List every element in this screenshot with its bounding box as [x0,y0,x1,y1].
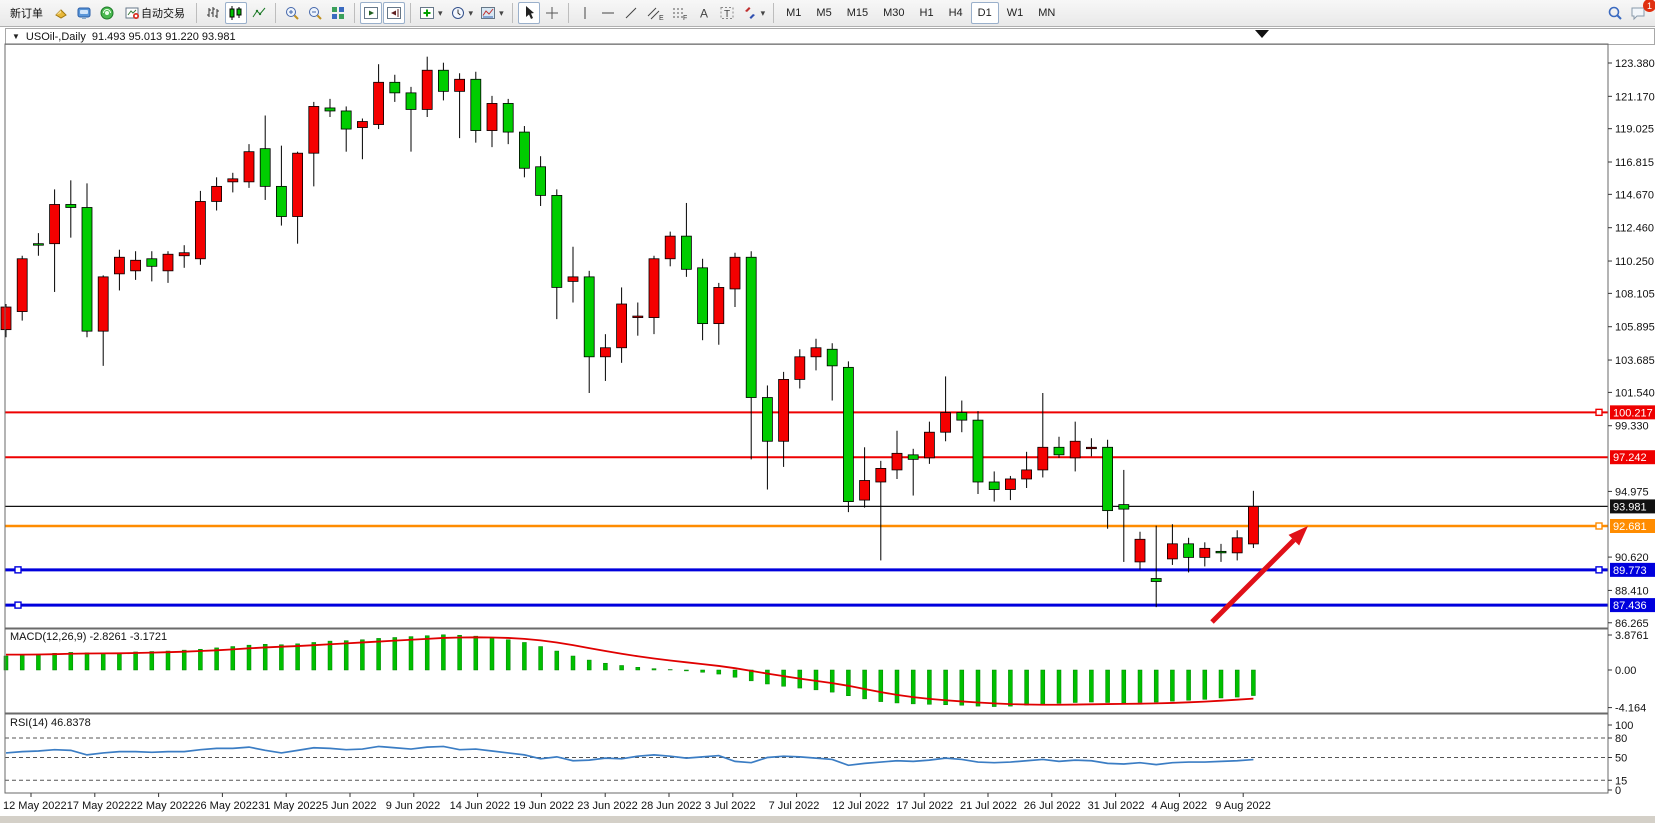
svg-text:17 Jul 2022: 17 Jul 2022 [896,800,953,812]
svg-text:14 Jun 2022: 14 Jun 2022 [450,800,511,812]
svg-text:100: 100 [1615,720,1633,732]
svg-text:0.00: 0.00 [1615,665,1636,677]
svg-text:93.981: 93.981 [1613,501,1647,513]
svg-text:101.540: 101.540 [1615,387,1655,399]
svg-text:0: 0 [1615,785,1621,797]
svg-text:23 Jun 2022: 23 Jun 2022 [577,800,638,812]
svg-text:7 Jul 2022: 7 Jul 2022 [769,800,820,812]
svg-text:116.815: 116.815 [1615,157,1654,169]
svg-text:3.8761: 3.8761 [1615,630,1649,642]
svg-text:50: 50 [1615,753,1627,765]
svg-text:21 Jul 2022: 21 Jul 2022 [960,800,1017,812]
svg-text:121.170: 121.170 [1615,91,1655,103]
svg-text:-4.164: -4.164 [1615,703,1646,715]
svg-text:26 Jul 2022: 26 Jul 2022 [1024,800,1081,812]
svg-text:12 Jul 2022: 12 Jul 2022 [832,800,889,812]
svg-text:19 Jun 2022: 19 Jun 2022 [513,800,574,812]
svg-text:9 Jun 2022: 9 Jun 2022 [386,800,440,812]
svg-text:4 Aug 2022: 4 Aug 2022 [1151,800,1207,812]
window-bottom-edge [0,816,1655,823]
date-axis[interactable]: 12 May 202217 May 202222 May 202226 May … [3,793,1271,812]
svg-text:5 Jun 2022: 5 Jun 2022 [322,800,376,812]
price-chart-canvas[interactable]: MACD(12,26,9) -2.8261 -3.1721 RSI(14) 46.… [0,0,1655,823]
svg-text:114.670: 114.670 [1615,189,1654,201]
svg-text:87.436: 87.436 [1613,600,1647,612]
svg-text:123.380: 123.380 [1615,58,1655,70]
shift-marker-icon[interactable] [1255,30,1269,38]
svg-text:92.681: 92.681 [1613,521,1647,533]
svg-text:97.242: 97.242 [1613,452,1647,464]
rsi-pane: RSI(14) 46.8378 [5,717,1608,780]
candles-layer [1,57,1258,607]
svg-text:9 Aug 2022: 9 Aug 2022 [1215,800,1271,812]
svg-text:3 Jul 2022: 3 Jul 2022 [705,800,756,812]
macd-label: MACD(12,26,9) -2.8261 -3.1721 [10,631,167,643]
svg-text:100.217: 100.217 [1613,407,1653,419]
svg-text:94.975: 94.975 [1615,486,1649,498]
svg-text:112.460: 112.460 [1615,223,1654,235]
svg-text:28 Jun 2022: 28 Jun 2022 [641,800,702,812]
svg-text:119.025: 119.025 [1615,124,1654,136]
line-handles[interactable] [15,409,1602,608]
svg-text:90.620: 90.620 [1615,552,1649,564]
svg-text:31 Jul 2022: 31 Jul 2022 [1088,800,1145,812]
svg-text:89.773: 89.773 [1613,565,1647,577]
rsi-label: RSI(14) 46.8378 [10,717,91,729]
svg-text:12 May 2022: 12 May 2022 [3,800,67,812]
svg-text:103.685: 103.685 [1615,355,1655,367]
svg-text:86.265: 86.265 [1615,618,1649,630]
svg-text:99.330: 99.330 [1615,421,1649,433]
svg-text:110.250: 110.250 [1615,256,1654,268]
svg-text:31 May 2022: 31 May 2022 [258,800,322,812]
svg-text:108.105: 108.105 [1615,288,1655,300]
macd-pane: MACD(12,26,9) -2.8261 -3.1721 [4,631,1255,707]
svg-text:22 May 2022: 22 May 2022 [131,800,195,812]
svg-text:88.410: 88.410 [1615,585,1649,597]
svg-text:80: 80 [1615,733,1627,745]
svg-text:17 May 2022: 17 May 2022 [67,800,131,812]
price-axis[interactable]: 123.380 121.170 119.025 116.815 114.670 112.4… [1608,58,1655,797]
mt4-window: 新订单 [0,0,1655,823]
horizontal-line-objects[interactable] [5,412,1608,605]
trend-arrow[interactable] [1212,526,1308,622]
svg-text:26 May 2022: 26 May 2022 [194,800,258,812]
svg-text:105.895: 105.895 [1615,322,1655,334]
